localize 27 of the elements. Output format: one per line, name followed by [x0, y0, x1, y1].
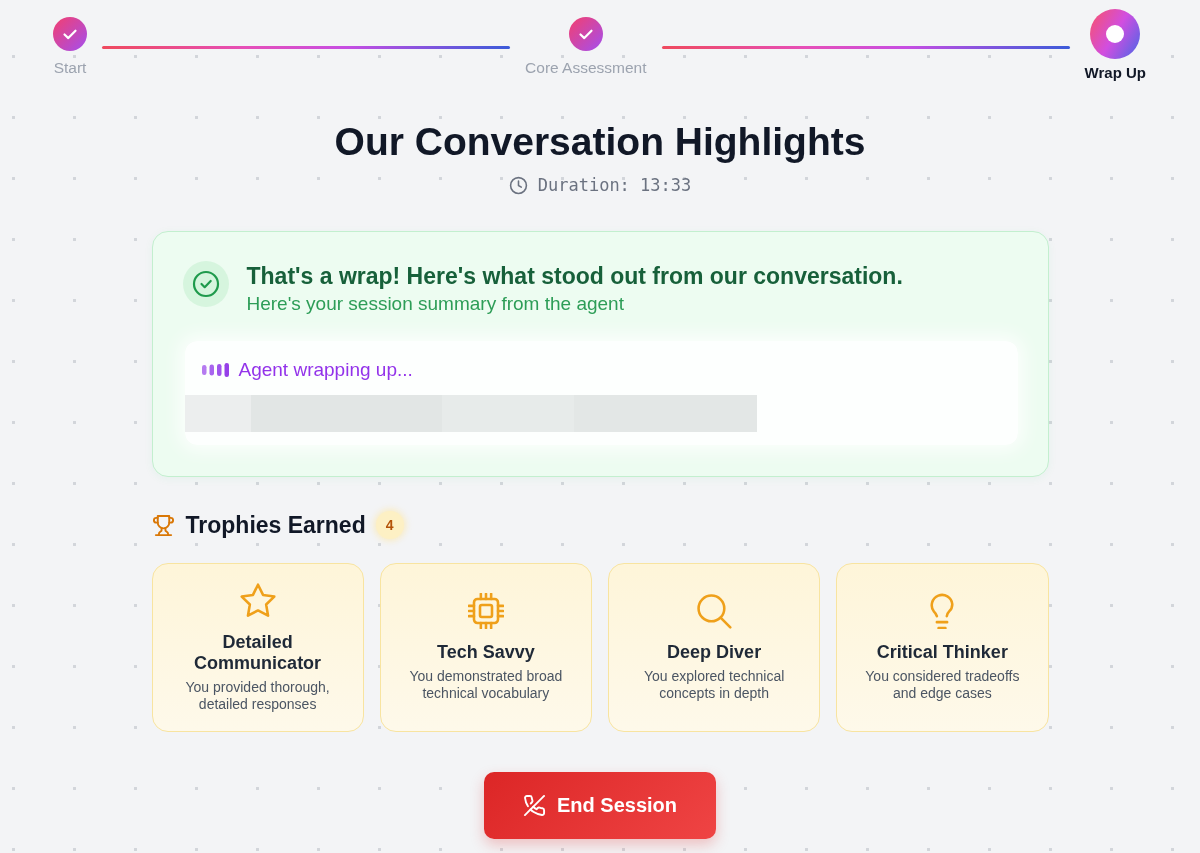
trophy-description: You explored technical concepts in depth [642, 668, 786, 702]
trophy-title: Deep Diver [667, 642, 762, 663]
step-label: Start [53, 60, 87, 76]
step-label: Core Assessment [525, 60, 647, 76]
summary-subtitle: Here's your session summary from the agent [246, 292, 625, 315]
duration-text: Duration: 13:33 [537, 175, 692, 195]
trophy-title: Tech Savvy [437, 642, 535, 663]
star-icon [239, 582, 276, 619]
chip-icon [467, 593, 504, 629]
search-icon [696, 593, 733, 629]
trophy-title: Critical Thinker [876, 642, 1008, 663]
step-label: Wrap Up [1084, 65, 1146, 81]
trophy-description: You demonstrated broad technical vocabulary [408, 668, 564, 702]
agent-status: Agent wrapping up... [238, 358, 413, 382]
summary-heading: That's a wrap! Here's what stood out from our conversation. [246, 262, 903, 291]
trophy-count-badge: 4 [375, 511, 404, 539]
section-title: Trophies Earned [185, 511, 366, 540]
trophy-description: You provided thorough, detailed responses [184, 678, 331, 713]
clock-icon [508, 175, 528, 195]
phone-off-icon [523, 794, 546, 817]
bars-icon [201, 363, 230, 377]
check-circle-icon [182, 261, 229, 307]
end-session-button[interactable]: End Session [484, 772, 716, 839]
trophy-icon [151, 513, 175, 537]
trophy-description: You considered tradeoffs and edge cases [864, 668, 1021, 702]
page-title: Our Conversation Highlights [333, 120, 867, 164]
trophy-title: Detailed Communicator [193, 631, 323, 674]
